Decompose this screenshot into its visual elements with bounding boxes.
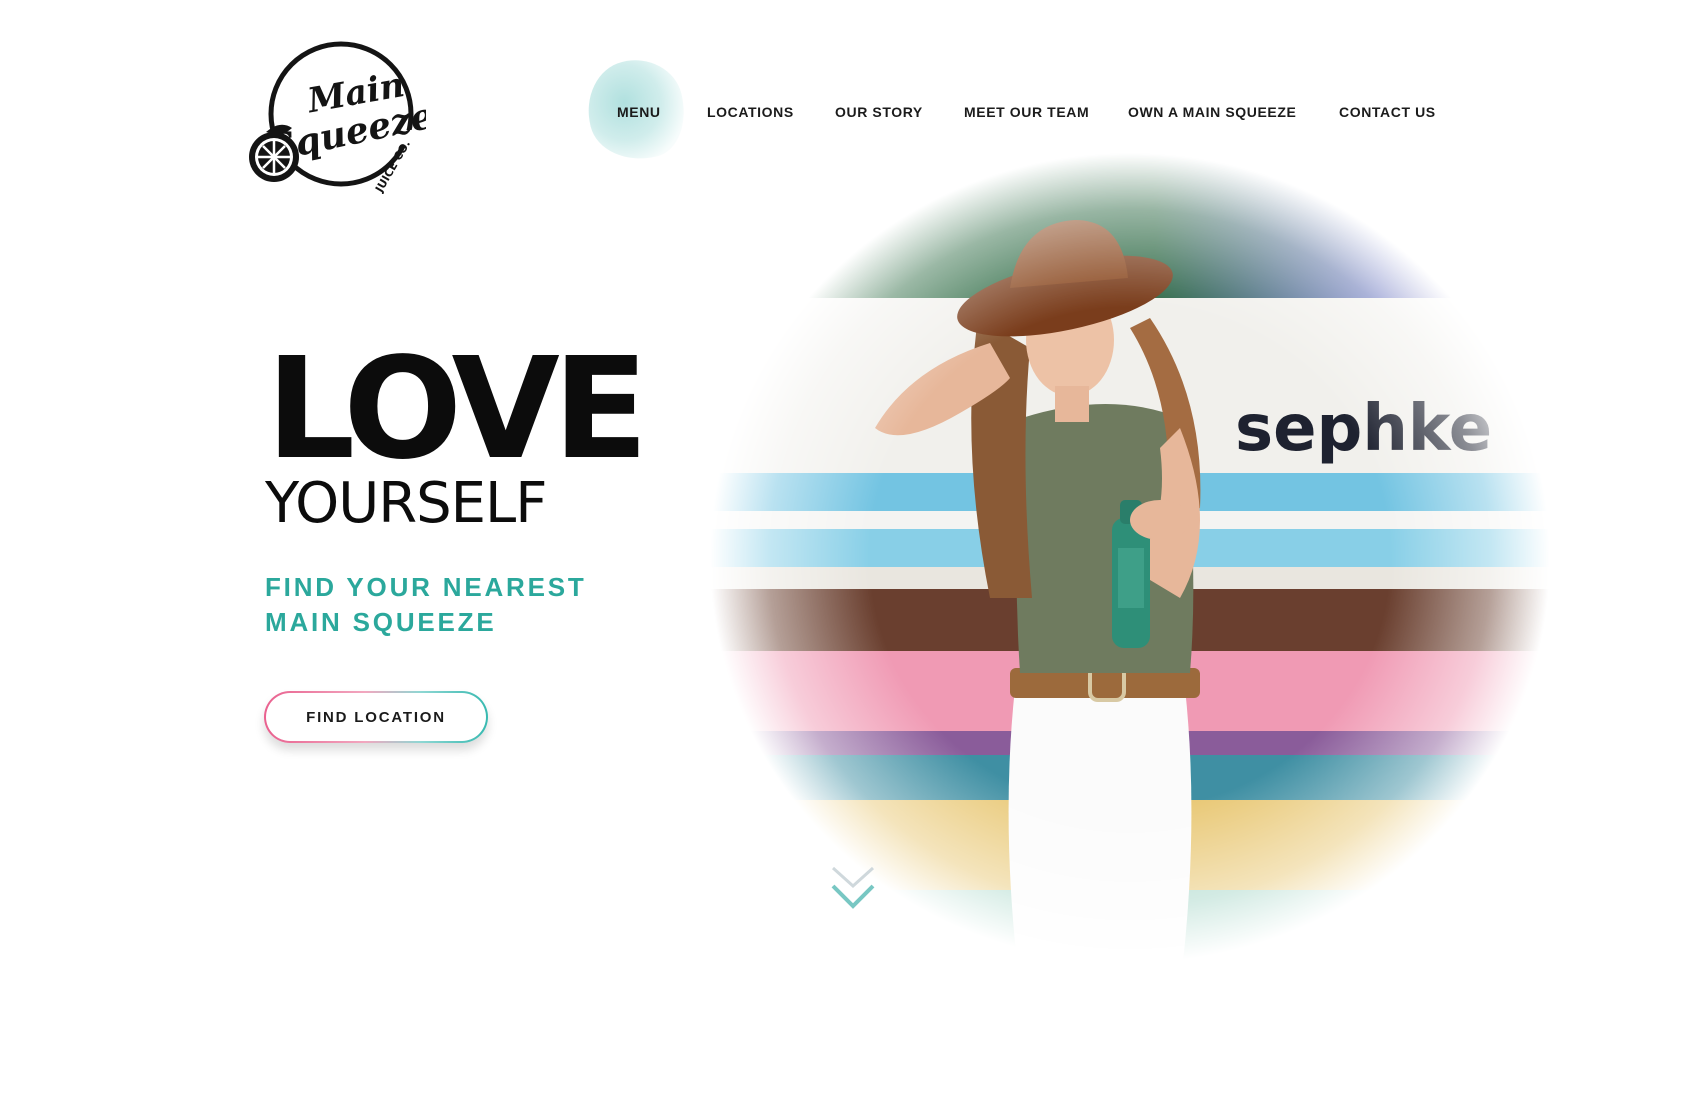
headline-yourself: YOURSELF [265, 471, 547, 536]
subheadline-line-1: FIND YOUR NEAREST [265, 572, 587, 602]
double-chevron-graphic [831, 866, 875, 909]
hero-photo: sephke [660, 128, 1560, 988]
chevron-down-icon[interactable] [829, 862, 877, 914]
nav-item-own-a-main-squeeze[interactable]: OWN A MAIN SQUEEZE [1128, 104, 1296, 120]
nav-item-our-story[interactable]: OUR STORY [835, 104, 923, 120]
main-navigation: MENU LOCATIONS OUR STORY MEET OUR TEAM O… [0, 104, 1685, 128]
find-location-label: FIND LOCATION [306, 708, 446, 726]
subheadline-line-2: MAIN SQUEEZE [265, 607, 497, 637]
find-location-button-inner: FIND LOCATION [266, 693, 486, 741]
find-location-button[interactable]: FIND LOCATION [264, 691, 488, 743]
nav-item-contact-us[interactable]: CONTACT US [1339, 104, 1436, 120]
subheadline: FIND YOUR NEAREST MAIN SQUEEZE [265, 570, 587, 640]
nav-item-menu[interactable]: MENU [617, 104, 661, 120]
hero-image: sephke [660, 128, 1560, 988]
headline-love: LOVE [266, 328, 648, 491]
nav-item-locations[interactable]: LOCATIONS [707, 104, 794, 120]
wall-text: sephke [1235, 392, 1492, 466]
nav-item-meet-our-team[interactable]: MEET OUR TEAM [964, 104, 1089, 120]
